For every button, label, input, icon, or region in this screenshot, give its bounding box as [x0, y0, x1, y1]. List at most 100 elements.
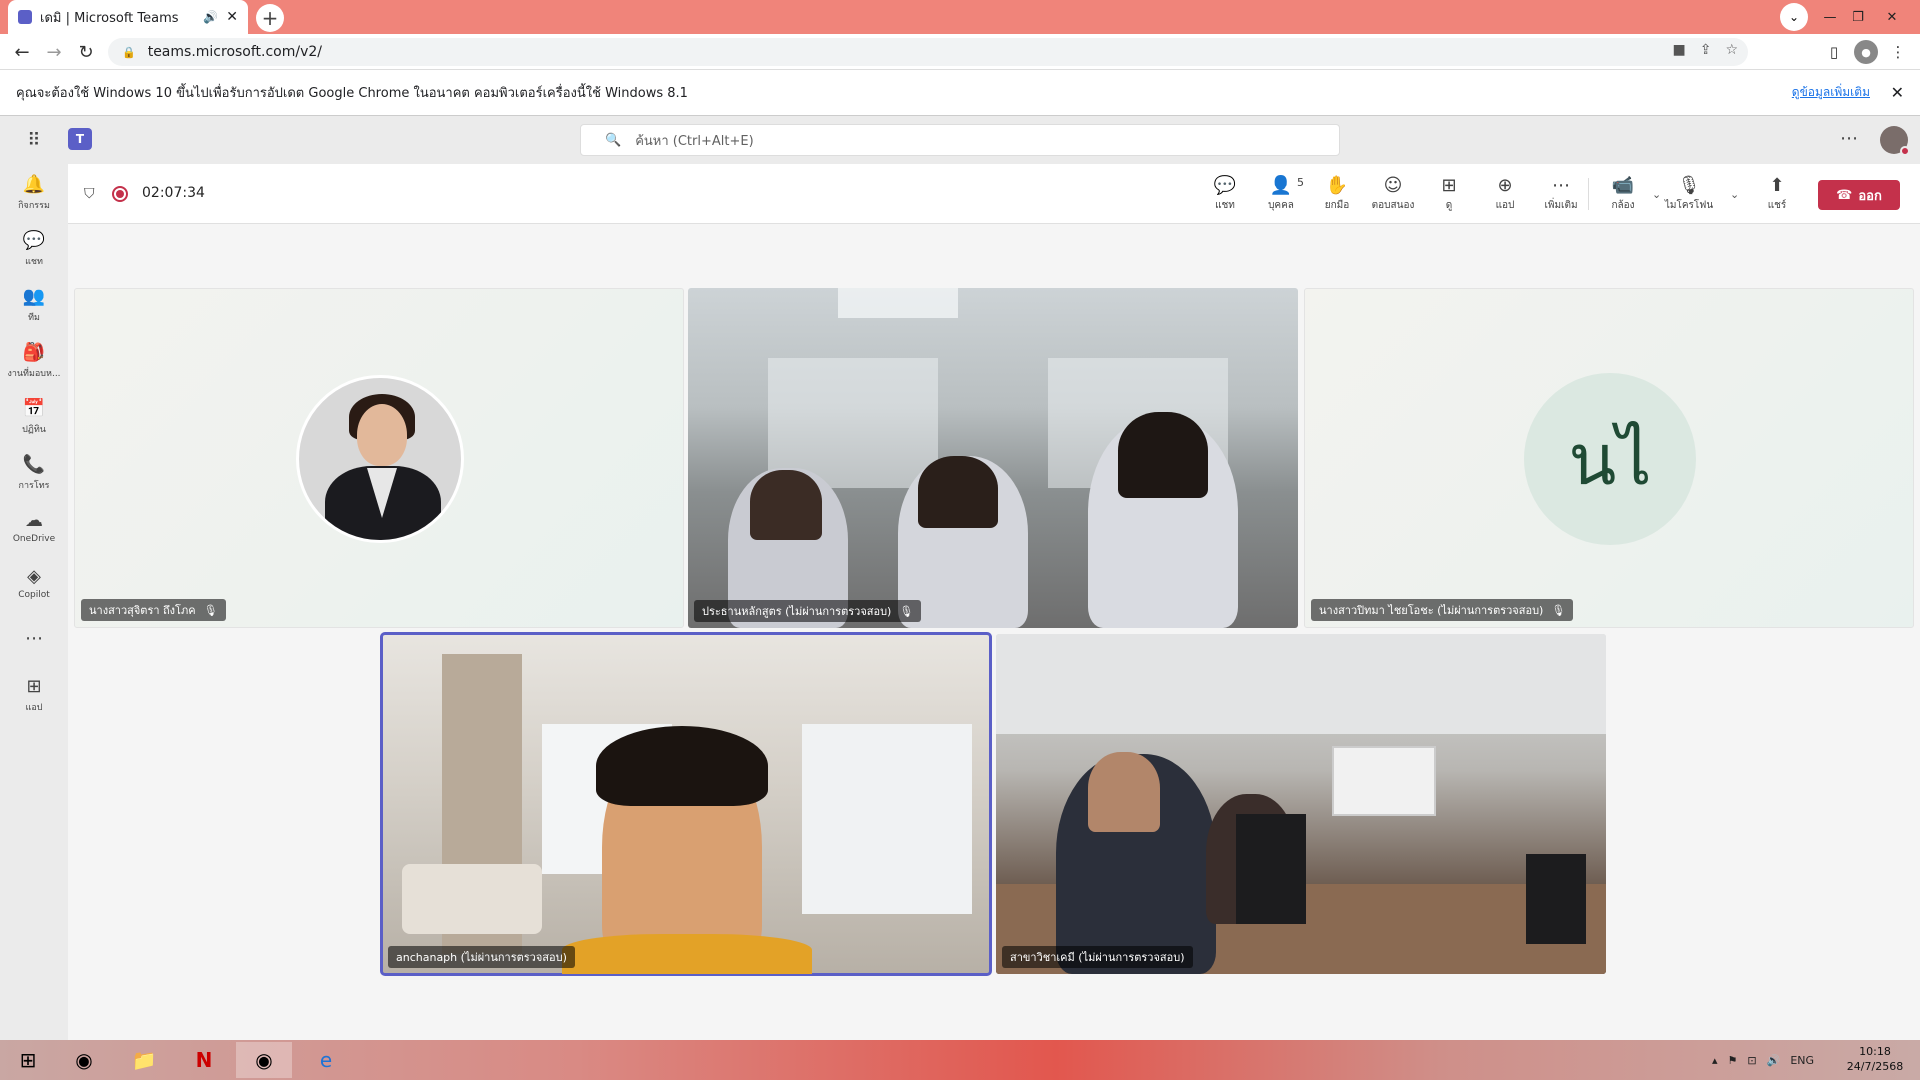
file-explorer-icon[interactable]: 📁	[116, 1042, 172, 1078]
participant-photo	[296, 375, 464, 543]
chat-icon: 💬	[22, 230, 46, 251]
rail-item-apps[interactable]: ⊞ แอป	[0, 670, 68, 720]
more-options-icon[interactable]: ⋯	[1840, 128, 1858, 149]
bell-icon: 🔔	[22, 174, 46, 195]
video-person-hair	[1118, 412, 1208, 498]
more-button[interactable]: ⋯ เพิ่มเติม	[1536, 172, 1586, 218]
assignments-icon: 🎒	[22, 342, 46, 363]
view-button[interactable]: ⊞ ดู	[1424, 172, 1474, 218]
mic-options-chevron-icon[interactable]: ⌄	[1730, 188, 1739, 201]
share-button[interactable]: ⬆ แชร์	[1752, 172, 1802, 218]
learn-more-link[interactable]: ดูข้อมูลเพิ่มเติม	[1792, 83, 1870, 102]
background-sofa	[402, 864, 542, 934]
photo-face	[357, 404, 407, 466]
chrome-active-window-icon[interactable]: ◉	[236, 1042, 292, 1078]
rail-item-teams[interactable]: 👥 ทีม	[0, 280, 68, 330]
bookmark-star-icon[interactable]: ☆	[1725, 42, 1738, 58]
close-tab-icon[interactable]: ✕	[226, 9, 238, 25]
network-icon[interactable]: ⊡	[1747, 1054, 1756, 1067]
clock-date: 24/7/2568	[1846, 1060, 1904, 1073]
app-launcher-icon[interactable]: ⠿	[22, 128, 46, 152]
rail-item-onedrive[interactable]: ☁ OneDrive	[0, 502, 68, 552]
people-button[interactable]: 👤 5 บุคคล	[1256, 172, 1306, 218]
flag-icon[interactable]: ⚑	[1728, 1054, 1738, 1067]
toolbar-divider	[1588, 178, 1589, 210]
speaker-icon[interactable]: 🔊	[203, 10, 218, 24]
profile-avatar[interactable]: ●	[1854, 40, 1878, 64]
volume-icon[interactable]: 🔊	[1767, 1054, 1781, 1067]
back-button[interactable]: ←	[8, 38, 36, 66]
participant-initials: นไ	[1524, 373, 1696, 545]
participant-name-tag: นางสาวปิทมา ไชยโอชะ (ไม่ผ่านการตรวจสอบ) …	[1311, 599, 1574, 621]
internet-explorer-icon[interactable]: e	[298, 1042, 354, 1078]
participant-name-tag: สาขาวิชาเคมี (ไม่ผ่านการตรวจสอบ)	[1002, 946, 1193, 968]
participant-tile-active-speaker[interactable]: anchanaph (ไม่ผ่านการตรวจสอบ)	[380, 632, 992, 976]
leave-button[interactable]: ☎ ออก	[1818, 180, 1900, 210]
chat-button[interactable]: 💬 แชท	[1200, 172, 1250, 218]
people-icon: 👤	[1269, 174, 1293, 196]
close-icon[interactable]: ✕	[1891, 83, 1904, 102]
apps-button[interactable]: ⊕ แอป	[1480, 172, 1530, 218]
rail-item-calls[interactable]: 📞 การโทร	[0, 448, 68, 498]
browser-tab-teams[interactable]: เดมิ | Microsoft Teams 🔊 ✕	[8, 0, 248, 34]
meeting-timer: 02:07:34	[142, 185, 205, 201]
taskbar-clock[interactable]: 10:18 24/7/2568	[1840, 1044, 1910, 1074]
close-window-button[interactable]: ✕	[1872, 0, 1912, 34]
chrome-taskbar-icon[interactable]: ◉	[56, 1042, 112, 1078]
participant-tile[interactable]: นไ นางสาวปิทมา ไชยโอชะ (ไม่ผ่านการตรวจสอ…	[1304, 288, 1914, 628]
participant-tile[interactable]: ประธานหลักสูตร (ไม่ผ่านการตรวจสอบ) 🎙	[688, 288, 1298, 628]
camera-in-use-icon[interactable]: ■	[1672, 42, 1685, 58]
more-icon: ⋯	[1552, 174, 1570, 196]
participant-name-tag: ประธานหลักสูตร (ไม่ผ่านการตรวจสอบ) 🎙	[694, 600, 922, 622]
participant-tile[interactable]: สาขาวิชาเคมี (ไม่ผ่านการตรวจสอบ)	[996, 634, 1606, 974]
rail-item-calendar[interactable]: 📅 ปฏิทิน	[0, 392, 68, 442]
lock-icon[interactable]: 🔒	[122, 46, 136, 59]
teams-logo-icon: T	[68, 128, 92, 150]
cloud-icon: ☁	[25, 510, 43, 531]
copilot-icon: ◈	[27, 566, 41, 587]
shield-icon[interactable]: ⛉	[84, 186, 95, 202]
react-button[interactable]: ☺ ตอบสนอง	[1368, 172, 1418, 218]
browser-toolbar: ← → ↻ 🔒 teams.microsoft.com/v2/ ■ ⇪ ☆ ▯ …	[0, 34, 1920, 70]
windows-start-icon[interactable]: ⊞	[0, 1042, 56, 1078]
tab-search-button[interactable]: ⌄	[1780, 3, 1808, 31]
hand-icon: ✋	[1325, 174, 1349, 196]
windows-taskbar: ⊞ ◉ 📁 N ◉ e ▴ ⚑ ⊡ 🔊 ENG 10:18 24/7/2568	[0, 1040, 1920, 1080]
share-page-icon[interactable]: ⇪	[1700, 42, 1712, 58]
meeting-toolbar: ⛉ 02:07:34 💬 แชท 👤 5 บุคคล ✋ ยกมือ ☺ ตอบ…	[68, 164, 1920, 224]
forward-button[interactable]: →	[40, 38, 68, 66]
rail-item-copilot[interactable]: ◈ Copilot	[0, 558, 68, 608]
hang-up-icon: ☎	[1836, 187, 1853, 203]
teams-favicon-icon	[18, 10, 32, 24]
new-tab-button[interactable]: +	[256, 4, 284, 32]
system-tray: ▴ ⚑ ⊡ 🔊 ENG	[1712, 1040, 1814, 1080]
raise-hand-button[interactable]: ✋ ยกมือ	[1312, 172, 1362, 218]
teams-header: ⠿ T 🔍 ค้นหา (Ctrl+Alt+E) ⋯	[0, 116, 1920, 164]
desk-monitor	[1526, 854, 1586, 944]
meeting-stage: ⛉ 02:07:34 💬 แชท 👤 5 บุคคล ✋ ยกมือ ☺ ตอบ…	[68, 164, 1920, 1040]
mic-muted-icon: 🎙	[203, 603, 218, 617]
user-avatar[interactable]	[1880, 126, 1910, 156]
browser-tab-strip: เดมิ | Microsoft Teams 🔊 ✕ + ⌄ — ❐ ✕	[0, 0, 1920, 34]
info-bar-message: คุณจะต้องใช้ Windows 10 ขึ้นไปเพื่อรับกา…	[16, 86, 688, 101]
app-n-icon[interactable]: N	[176, 1042, 232, 1078]
side-panel-icon[interactable]: ▯	[1822, 40, 1846, 64]
participant-tile[interactable]: นางสาวสุจิตรา ถึงโภค 🎙	[74, 288, 684, 628]
camera-options-chevron-icon[interactable]: ⌄	[1652, 188, 1661, 201]
rail-item-more[interactable]: ⋯	[0, 614, 68, 664]
rail-item-assignments[interactable]: 🎒 งานที่มอบห...	[0, 336, 68, 386]
language-indicator[interactable]: ENG	[1790, 1054, 1814, 1067]
search-input[interactable]: 🔍 ค้นหา (Ctrl+Alt+E)	[580, 124, 1340, 156]
chrome-menu-icon[interactable]: ⋮	[1886, 40, 1910, 64]
recording-icon[interactable]	[112, 186, 128, 202]
rail-item-chat[interactable]: 💬 แชท	[0, 224, 68, 274]
address-bar[interactable]: 🔒 teams.microsoft.com/v2/ ■ ⇪ ☆	[108, 38, 1748, 66]
video-person-shirt	[562, 934, 812, 974]
camera-button[interactable]: 📹 กล้อง	[1598, 172, 1648, 218]
show-hidden-icons-icon[interactable]: ▴	[1712, 1054, 1718, 1067]
mic-button[interactable]: 🎙 ไมโครโฟน	[1664, 172, 1714, 218]
rail-item-activity[interactable]: 🔔 กิจกรรม	[0, 168, 68, 218]
reload-button[interactable]: ↻	[72, 38, 100, 66]
mic-muted-icon: 🎙	[899, 604, 914, 618]
presence-busy-icon	[1900, 146, 1910, 156]
